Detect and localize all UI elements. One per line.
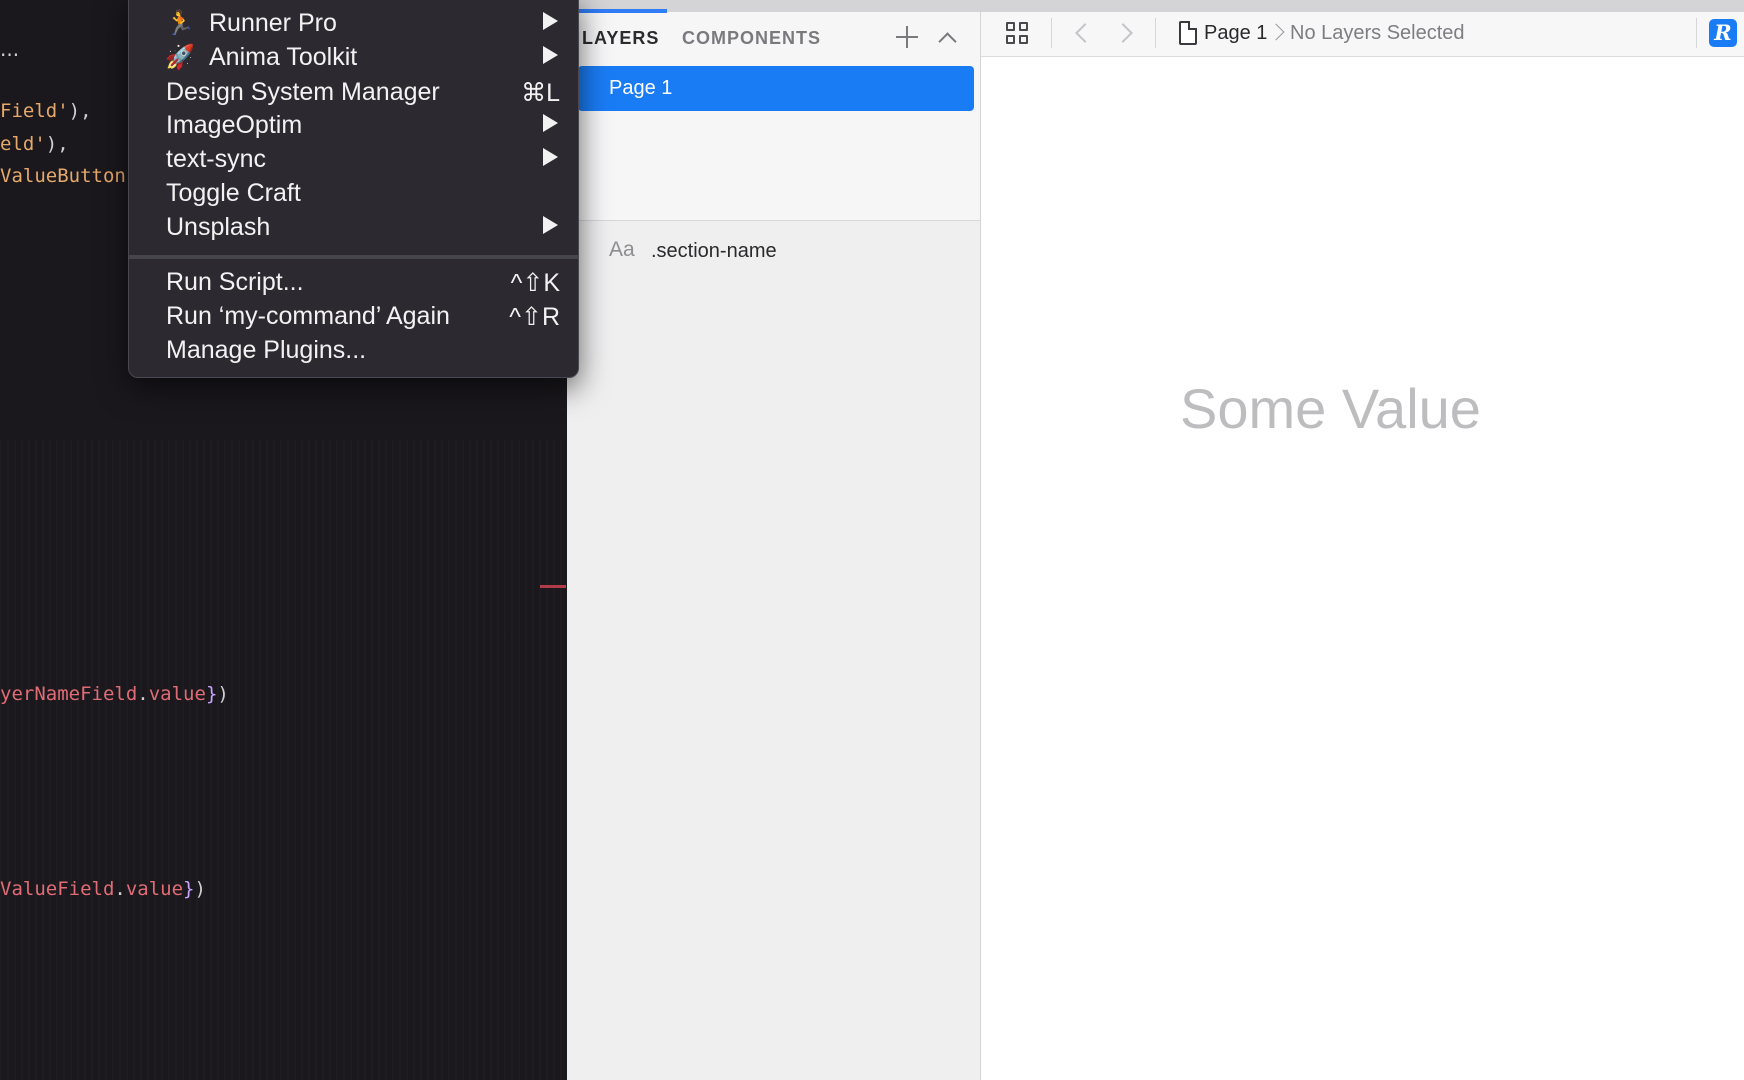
menu-item-shortcut: ⌘L [521,79,560,107]
menu-item-unsplash[interactable]: Unsplash [129,210,578,244]
plugins-menu: 🏃 Runner Pro 🚀 Anima Toolkit Design System M… [128,0,579,378]
code-token: Field' [0,100,69,122]
code-line: yerNameField.value}) [0,683,229,705]
toolbar-divider [1696,18,1697,48]
menu-item-label: ImageOptim [166,111,303,139]
menu-item-label: text-sync [166,145,267,173]
breadcrumb-separator-icon [1274,22,1284,42]
runner-icon: 🏃 [165,10,195,37]
menu-item-label: Unsplash [166,213,271,241]
add-page-button[interactable] [894,24,920,50]
code-token: ValueField [0,878,115,900]
canvas[interactable] [981,57,1744,1080]
editor-ellipsis: ... [0,37,20,61]
submenu-arrow-icon [543,148,558,166]
code-token: . [114,878,126,900]
menu-item-label: Run Script... [166,268,304,296]
menu-item-label: Manage Plugins... [166,336,367,364]
menu-item-text-sync[interactable]: text-sync [129,142,578,176]
menu-item-manage-plugins[interactable]: Manage Plugins... [129,333,578,367]
code-line: ValueButton [0,165,126,187]
document-icon [1179,21,1197,45]
menu-item-label: Toggle Craft [166,179,301,207]
menu-item-shortcut: ^⇧K [510,269,560,297]
menu-item-anima-toolkit[interactable]: 🚀 Anima Toolkit [129,40,578,74]
submenu-arrow-icon [543,114,558,132]
collapse-pages-button[interactable] [937,28,957,48]
menu-separator [129,255,578,259]
editor-background-pattern [0,440,567,1080]
tab-components[interactable]: COMPONENTS [682,28,821,49]
code-token: ) [217,683,229,705]
toolbar-divider [1051,18,1052,48]
breadcrumb-page[interactable]: Page 1 [1204,22,1267,45]
editor-scroll-marker [540,585,566,588]
tab-layers[interactable]: LAYERS [582,28,659,49]
layer-item[interactable]: Aa .section-name [567,236,980,266]
code-line: Field'), [0,100,92,122]
code-token: eld' [0,133,46,155]
code-token: ), [68,100,92,122]
code-token: ), [45,133,69,155]
code-token: . [137,683,149,705]
menu-item-label: Anima Toolkit [209,43,358,71]
menu-item-toggle-craft[interactable]: Toggle Craft [129,176,578,210]
menu-item-label: Runner Pro [209,9,337,37]
code-line: eld'), [0,133,69,155]
rocket-icon: 🚀 [165,44,195,71]
code-token: ) [194,878,206,900]
submenu-arrow-icon [543,46,558,64]
text-layer-icon: Aa [609,238,635,261]
code-token: ValueButton [0,165,126,187]
menu-item-label: Design System Manager [166,78,440,106]
code-token: } [183,878,195,900]
page-item-page-1[interactable]: Page 1 [578,66,974,111]
menu-item-design-system-manager[interactable]: Design System Manager ⌘L [129,75,578,109]
menu-item-label: Run ‘my-command’ Again [166,302,450,330]
layer-item-label: .section-name [651,240,777,262]
code-token: value [125,878,184,900]
code-token: } [205,683,218,705]
active-tab-indicator [567,9,667,13]
menu-item-imageoptim[interactable]: ImageOptim [129,108,578,142]
menu-item-run-script[interactable]: Run Script... ^⇧K [129,265,578,299]
code-token: yerNameField [0,683,138,705]
plugin-badge-icon[interactable]: R [1709,19,1737,47]
toolbar-divider [1155,18,1156,48]
code-line: ValueField.value}) [0,878,206,900]
grid-view-icon[interactable] [1006,22,1030,46]
canvas-text-layer[interactable]: Some Value [1180,376,1481,441]
submenu-arrow-icon [543,12,558,30]
menu-item-runner-pro[interactable]: 🏃 Runner Pro [129,6,578,40]
menu-item-run-my-command-again[interactable]: Run ‘my-command’ Again ^⇧R [129,299,578,333]
window-title-strip [567,0,1744,12]
submenu-arrow-icon [543,216,558,234]
breadcrumb-selection: No Layers Selected [1290,22,1465,44]
menu-item-shortcut: ^⇧R [509,303,560,331]
page-item-label: Page 1 [609,77,673,99]
code-token: value [148,683,206,705]
